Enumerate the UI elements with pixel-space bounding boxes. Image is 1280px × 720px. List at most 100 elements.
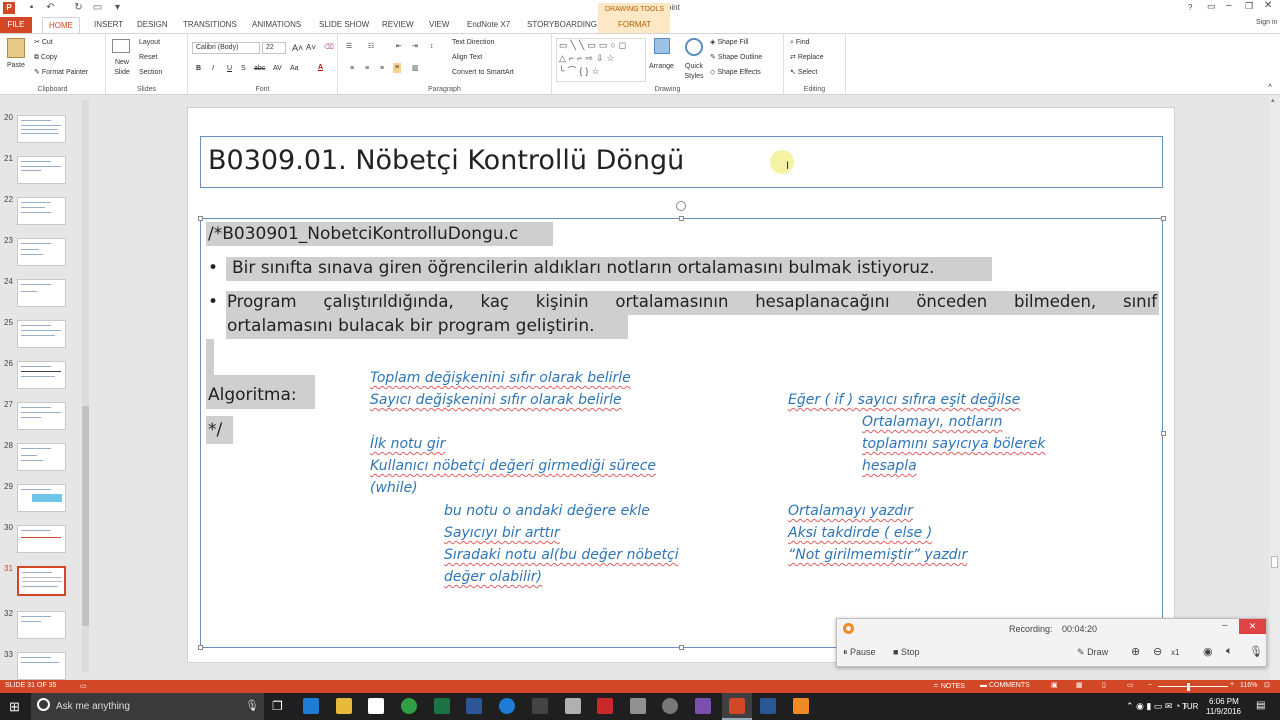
slide-thumbnail[interactable] — [17, 238, 66, 266]
tab-endnote[interactable]: EndNote X7 — [461, 17, 516, 33]
numbering-icon[interactable]: ☷ — [368, 42, 374, 52]
search-box[interactable]: Ask me anything 🎙︎ — [31, 693, 264, 720]
tab-slideshow[interactable]: SLIDE SHOW — [313, 17, 375, 33]
grow-font-button[interactable]: A˄ — [292, 43, 303, 53]
italic-button[interactable]: I — [212, 64, 214, 74]
smartart-button[interactable]: Convert to SmartArt — [452, 68, 514, 78]
justify-icon[interactable]: ≡ — [393, 63, 402, 73]
slide-scrollbar[interactable]: ▴ — [1269, 96, 1280, 680]
bullets-icon[interactable]: ☰ — [346, 42, 352, 52]
stop-button[interactable]: ■ Stop — [893, 647, 919, 657]
notification-icon[interactable]: ▤ — [1256, 700, 1265, 711]
decrease-indent-icon[interactable]: ⇤ — [396, 42, 402, 52]
reading-view-icon[interactable]: ▯ — [1102, 681, 1106, 689]
slide-thumbnail[interactable] — [17, 115, 66, 143]
paste-icon[interactable] — [7, 38, 25, 58]
fit-slide-icon[interactable]: ⊡ — [1264, 681, 1270, 689]
resize-handle[interactable] — [679, 216, 684, 221]
tab-view[interactable]: VIEW — [423, 17, 455, 33]
tab-review[interactable]: REVIEW — [376, 17, 420, 33]
change-case-button[interactable]: Aa — [290, 64, 299, 74]
copy-button[interactable]: ⧉ Copy — [34, 53, 57, 63]
rotate-handle-icon[interactable] — [676, 201, 686, 211]
tab-format[interactable]: FORMAT — [612, 17, 657, 33]
select-button[interactable]: ↖ Select — [790, 68, 817, 78]
align-right-icon[interactable]: ≡ — [380, 64, 384, 74]
resize-handle[interactable] — [198, 645, 203, 650]
slide-thumbnail-selected[interactable] — [17, 566, 66, 596]
windows-start-icon[interactable]: ⊞ — [9, 700, 23, 714]
quick-styles-button[interactable]: Quick Styles — [682, 62, 706, 82]
comments-button[interactable]: ▬ COMMENTS — [980, 682, 1030, 689]
slide-thumbnail[interactable] — [17, 525, 66, 553]
zoom-out-button[interactable]: – — [1148, 681, 1152, 688]
app-icon[interactable] — [532, 698, 548, 714]
scroll-thumb[interactable] — [1271, 556, 1278, 568]
scroll-up-icon[interactable]: ▴ — [1271, 96, 1275, 104]
arrange-icon[interactable] — [654, 38, 670, 54]
microphone-icon[interactable]: 🎙︎ — [1249, 645, 1263, 658]
tray-icons[interactable]: ⌃ ◉ ▮ ▭ ✉ ◔ ♪ — [1126, 701, 1187, 712]
app-icon[interactable] — [630, 698, 646, 714]
arrange-button[interactable]: Arrange — [649, 62, 674, 72]
clock-time[interactable]: 6:06 PM — [1209, 697, 1239, 706]
text-direction-button[interactable]: Text Direction — [452, 38, 494, 48]
powerpoint-taskbar-item[interactable] — [722, 693, 752, 720]
visual-studio-icon[interactable] — [695, 698, 711, 714]
new-slide-icon[interactable] — [112, 39, 130, 53]
draw-button[interactable]: ✎ Draw — [1077, 647, 1108, 658]
section-button[interactable]: Section — [139, 68, 162, 78]
recorder-close-button[interactable]: ✕ — [1239, 619, 1266, 634]
tab-file[interactable]: FILE — [0, 17, 32, 33]
zoom-slider-thumb[interactable] — [1187, 683, 1190, 691]
spelling-icon[interactable]: ▭ — [80, 682, 87, 690]
zoom-percent[interactable]: 116% — [1240, 682, 1257, 689]
store-icon[interactable] — [368, 698, 384, 714]
shape-fill-button[interactable]: ◈ Shape Fill — [710, 38, 748, 48]
cut-button[interactable]: ✂ Cut — [34, 38, 53, 48]
zoom-in-icon[interactable]: ⊕ — [1131, 645, 1140, 658]
tab-design[interactable]: DESIGN — [131, 17, 174, 33]
slide-thumbnail[interactable] — [17, 361, 66, 389]
slideshow-view-icon[interactable]: ▭ — [1127, 681, 1134, 689]
replace-button[interactable]: ⇄ Replace — [790, 53, 824, 63]
align-left-icon[interactable]: ≡ — [350, 64, 354, 74]
strikethrough-button[interactable]: abc — [254, 64, 265, 74]
font-size-select[interactable]: 22 — [262, 42, 286, 54]
zoom-slider[interactable] — [1158, 686, 1228, 687]
clock-date[interactable]: 11/9/2016 — [1206, 707, 1241, 716]
align-center-icon[interactable]: ≡ — [365, 64, 369, 74]
resize-handle[interactable] — [1161, 216, 1166, 221]
filezilla-icon[interactable] — [597, 698, 613, 714]
shape-effects-button[interactable]: ◇ Shape Effects — [710, 68, 761, 78]
align-text-button[interactable]: Align Text — [452, 53, 482, 63]
slide-thumbnail[interactable] — [17, 443, 66, 471]
spacing-button[interactable]: AV — [273, 64, 282, 74]
ie-icon[interactable] — [499, 698, 515, 714]
recorder-minimize-button[interactable]: – — [1222, 620, 1228, 631]
quick-styles-icon[interactable] — [685, 38, 703, 56]
columns-icon[interactable]: ▥ — [412, 64, 419, 74]
font-color-button[interactable]: A — [318, 63, 323, 73]
slide-thumbnail[interactable] — [17, 320, 66, 348]
ribbon-display-options-icon[interactable]: ▭ — [1207, 1, 1216, 12]
resize-handle[interactable] — [1161, 431, 1166, 436]
tab-animations[interactable]: ANIMATIONS — [246, 17, 307, 33]
normal-view-icon[interactable]: ▣ — [1051, 681, 1058, 689]
slide-sorter-icon[interactable]: ▦ — [1076, 681, 1083, 689]
word-icon[interactable] — [466, 698, 482, 714]
find-button[interactable]: ⌕ Find — [790, 38, 810, 48]
slide-thumbnail[interactable] — [17, 279, 66, 307]
file-explorer-icon[interactable] — [336, 698, 352, 714]
zoom-out-icon[interactable]: ⊖ — [1153, 645, 1162, 658]
underline-button[interactable]: U — [227, 64, 232, 74]
new-slide-button[interactable]: New Slide — [110, 58, 134, 78]
font-family-select[interactable]: Calibri (Body) — [192, 42, 260, 54]
slide-thumbnail[interactable] — [17, 611, 66, 639]
help-button[interactable]: ? — [1188, 3, 1192, 12]
pause-button[interactable]: ⏸ Pause — [843, 647, 876, 658]
shapes-gallery[interactable]: ▭╲╲▭▭○◻ △⌐⌐⇨⇩☆ ╰⌒{}☆ — [556, 38, 646, 82]
notes-button[interactable]: ≐ NOTES — [933, 682, 965, 690]
maximize-button[interactable]: ❐ — [1245, 1, 1253, 12]
sign-in-link[interactable]: Sign in — [1256, 19, 1277, 26]
